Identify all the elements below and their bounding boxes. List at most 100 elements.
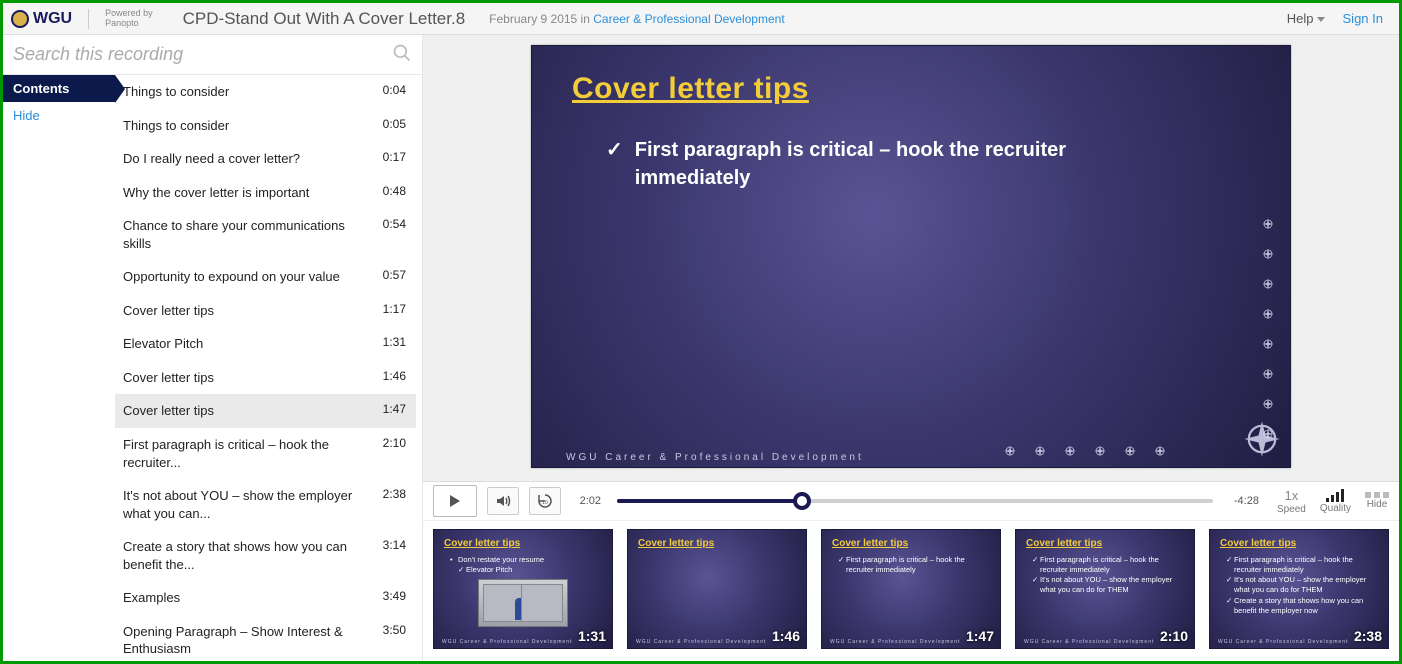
compass-icon <box>1260 276 1276 292</box>
toc-item[interactable]: Things to consider0:04 <box>115 75 416 109</box>
thumbnail-strip[interactable]: Cover letter tips Don't restate your resu… <box>423 521 1399 661</box>
thumbnail[interactable]: Cover letter tipsDon't restate your resu… <box>433 529 613 649</box>
quality-label: Quality <box>1320 503 1351 514</box>
volume-button[interactable] <box>487 487 519 515</box>
check-icon: ✓ <box>606 136 623 192</box>
slide-bullet-text: First paragraph is critical – hook the r… <box>635 136 1126 192</box>
toc-item-label: Opportunity to expound on your value <box>123 268 373 286</box>
toc-item[interactable]: Opportunity to expound on your value0:57 <box>115 260 416 294</box>
date-text: February 9 2015 in <box>489 12 593 26</box>
player-controls: 10 2:02 -4:28 1x Speed Quality <box>423 481 1399 521</box>
toc-item-label: Elevator Pitch <box>123 335 373 353</box>
speed-label: Speed <box>1277 504 1306 515</box>
remaining-time: -4:28 <box>1229 495 1259 507</box>
toc-item-label: Cover letter tips <box>123 302 373 320</box>
toc-item-label: Things to consider <box>123 117 373 135</box>
toc-item[interactable]: Cover letter tips1:17 <box>115 294 416 328</box>
left-panel: Contents Hide Things to consider0:04Thin… <box>3 35 423 661</box>
thumb-title: Cover letter tips <box>1026 538 1184 549</box>
thumb-time: 1:47 <box>966 628 994 644</box>
search-row <box>3 35 422 75</box>
folder-link[interactable]: Career & Professional Development <box>593 12 784 26</box>
toc-item[interactable]: Cover letter tips1:46 <box>115 361 416 395</box>
compass-icon <box>1032 443 1048 459</box>
thumb-line: Don't restate your resume <box>450 555 602 565</box>
toc-item[interactable]: Why the cover letter is important0:48 <box>115 176 416 210</box>
hide-thumbs-control[interactable]: Hide <box>1365 492 1389 510</box>
thumb-lines: Don't restate your resumeElevator Pitch <box>444 555 602 575</box>
toc-item[interactable]: Do I really need a cover letter? 0:17 <box>115 142 416 176</box>
toc-item[interactable]: Cover letter tips1:47 <box>115 394 416 428</box>
toc-item-time: 0:48 <box>383 184 406 202</box>
toc-item-time: 1:46 <box>383 369 406 387</box>
thumb-time: 1:46 <box>772 628 800 644</box>
search-icon[interactable] <box>392 43 412 66</box>
progress-handle[interactable] <box>793 492 811 510</box>
elevator-graphic <box>478 579 568 627</box>
thumb-title: Cover letter tips <box>832 538 990 549</box>
toc-item[interactable]: First paragraph is critical – hook the r… <box>115 428 416 479</box>
compass-icon <box>1062 443 1078 459</box>
toc-item-label: Do I really need a cover letter? <box>123 150 373 168</box>
toc-item-time: 2:10 <box>383 436 406 471</box>
tab-contents[interactable]: Contents <box>3 75 115 102</box>
speed-control[interactable]: 1x Speed <box>1277 488 1306 515</box>
top-bar: WGU Powered by Panopto CPD-Stand Out Wit… <box>3 3 1399 35</box>
thumb-lines: First paragraph is critical – hook the r… <box>1220 555 1378 616</box>
toc-item-label: It's not about YOU – show the employer w… <box>123 487 373 522</box>
slide-area: Cover letter tips ✓ First paragraph is c… <box>423 35 1399 481</box>
help-menu[interactable]: Help <box>1287 11 1325 26</box>
quality-control[interactable]: Quality <box>1320 488 1351 514</box>
toc-item-time: 3:14 <box>383 538 406 573</box>
thumb-line: Elevator Pitch <box>450 565 602 575</box>
search-input[interactable] <box>13 44 392 65</box>
thumb-line: Create a story that shows how you can be… <box>1226 596 1378 616</box>
brand-logo[interactable]: WGU <box>11 10 72 28</box>
speed-value: 1x <box>1285 488 1299 503</box>
toc-item[interactable]: Elevator Pitch 1:31 <box>115 327 416 361</box>
sign-in-link[interactable]: Sign In <box>1343 11 1383 26</box>
hide-icon <box>1365 492 1389 498</box>
thumb-footer: WGU Career & Professional Development <box>1024 639 1154 645</box>
thumb-lines: First paragraph is critical – hook the r… <box>832 555 990 575</box>
toc-item[interactable]: Chance to share your communications skil… <box>115 209 416 260</box>
recording-meta: February 9 2015 in Career & Professional… <box>489 12 785 26</box>
powered-line2: Panopto <box>105 19 153 29</box>
compass-icon <box>1260 336 1276 352</box>
thumbnail[interactable]: Cover letter tips1:46WGU Career & Profes… <box>627 529 807 649</box>
thumb-footer: WGU Career & Professional Development <box>442 639 572 645</box>
rewind-10-button[interactable]: 10 <box>529 487 561 515</box>
quality-bars-icon <box>1326 488 1344 502</box>
toc-item[interactable]: Create a story that shows how you can be… <box>115 530 416 581</box>
toc-item-label: Examples <box>123 589 373 607</box>
toc-item-time: 0:17 <box>383 150 406 168</box>
compass-icon <box>1092 443 1108 459</box>
toc-item-time: 0:05 <box>383 117 406 135</box>
toc-item[interactable]: Things to consider 0:05 <box>115 109 416 143</box>
toc-item[interactable]: Examples3:49 <box>115 581 416 615</box>
right-panel: Cover letter tips ✓ First paragraph is c… <box>423 35 1399 661</box>
thumb-title: Cover letter tips <box>638 538 796 549</box>
toc-item-time: 2:38 <box>383 487 406 522</box>
toc-item-label: Chance to share your communications skil… <box>123 217 373 252</box>
compass-icon <box>1260 306 1276 322</box>
toc-item-time: 1:31 <box>383 335 406 353</box>
contents-list[interactable]: Things to consider0:04Things to consider… <box>115 75 422 661</box>
thumbnail[interactable]: Cover letter tips First paragraph is crit… <box>1015 529 1195 649</box>
thumb-footer: WGU Career & Professional Development <box>1218 639 1348 645</box>
toc-item[interactable]: It's not about YOU – show the employer w… <box>115 479 416 530</box>
compass-icon <box>1002 443 1018 459</box>
compass-icon <box>1260 366 1276 382</box>
thumbnail[interactable]: Cover letter tipsFirst paragraph is crit… <box>1209 529 1389 649</box>
thumbnail[interactable]: Cover letter tips First paragraph is crit… <box>821 529 1001 649</box>
current-slide: Cover letter tips ✓ First paragraph is c… <box>531 45 1291 468</box>
thumb-line: First paragraph is critical – hook the r… <box>838 555 990 575</box>
hide-panel-link[interactable]: Hide <box>3 102 115 129</box>
chevron-down-icon <box>1317 17 1325 22</box>
thumb-lines: First paragraph is critical – hook the r… <box>1026 555 1184 596</box>
toc-item-label: Things to consider <box>123 83 373 101</box>
play-button[interactable] <box>433 485 477 517</box>
progress-fill <box>617 499 802 503</box>
progress-bar[interactable] <box>617 499 1213 503</box>
toc-item[interactable]: Opening Paragraph – Show Interest & Enth… <box>115 615 416 661</box>
